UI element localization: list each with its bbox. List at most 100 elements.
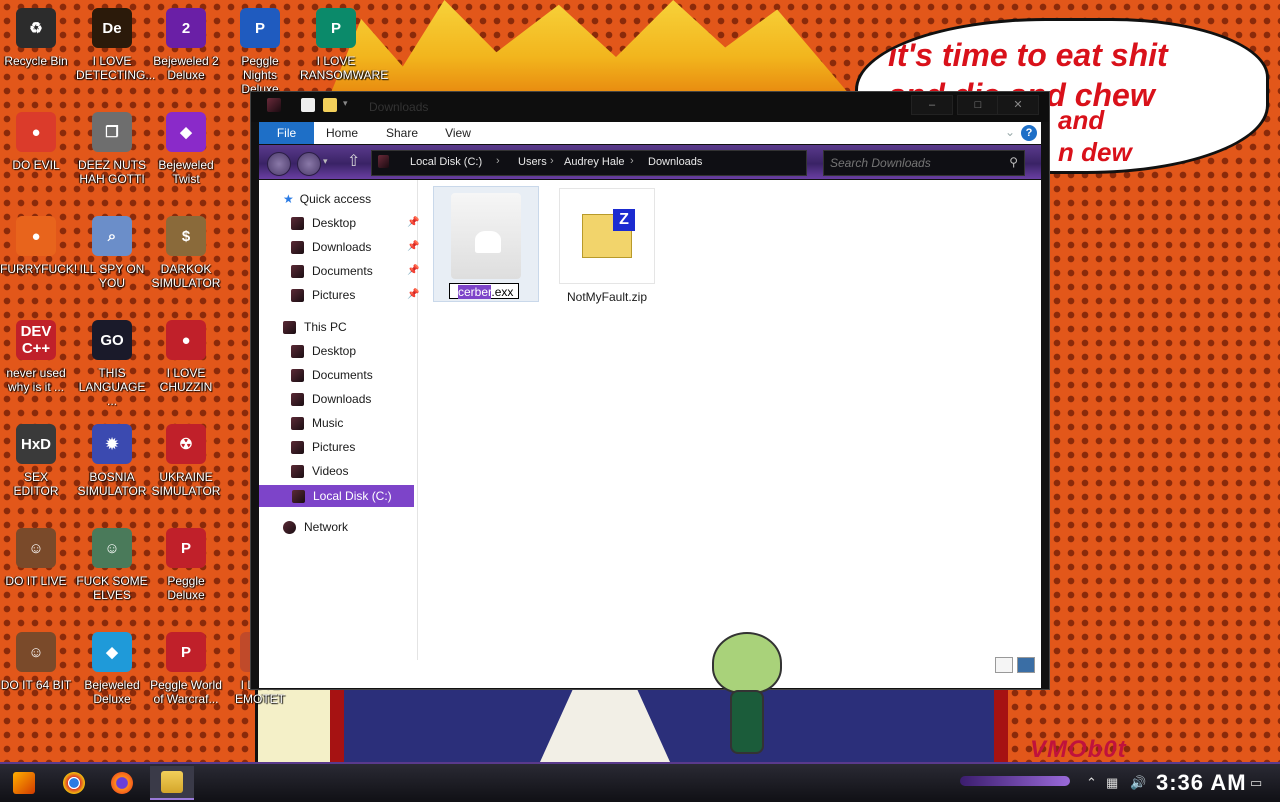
desktop-icon[interactable]: ☺ FUCK SOME ELVES bbox=[76, 528, 148, 602]
nav-pc-music[interactable]: Music bbox=[291, 412, 343, 434]
nav-local-disk[interactable]: Local Disk (C:) bbox=[259, 485, 414, 507]
tab-share[interactable]: Share bbox=[379, 122, 425, 144]
zip-file-thumbnail: Z bbox=[559, 188, 655, 284]
nav-this-pc[interactable]: This PC bbox=[283, 316, 347, 338]
chevron-up-icon[interactable]: ⌃ bbox=[1086, 775, 1097, 791]
desktop-icon[interactable]: ⌕ ILL SPY ON YOU bbox=[76, 216, 148, 290]
desktop-icon[interactable]: ● DO EVIL bbox=[0, 112, 72, 172]
network-icon[interactable]: ▦ bbox=[1106, 775, 1118, 791]
search-icon[interactable]: ⚲ bbox=[1009, 155, 1018, 169]
app-icon: ✹ bbox=[92, 424, 132, 464]
tab-home[interactable]: Home bbox=[321, 122, 363, 144]
file-name: NotMyFault.zip bbox=[566, 290, 648, 304]
desktop-icon[interactable]: P Peggle Nights Deluxe bbox=[224, 8, 296, 96]
nav-label: This PC bbox=[304, 320, 347, 334]
desktop-icon[interactable]: $ DARKOK SIMULATOR bbox=[150, 216, 222, 290]
nav-quick-access[interactable]: ★ Quick access bbox=[283, 188, 371, 210]
desktop-icon[interactable]: ● FURRYFUCK! bbox=[0, 216, 77, 276]
pin-icon[interactable]: 📌 bbox=[407, 236, 419, 258]
desktop-icon[interactable]: 2 Bejeweled 2 Deluxe bbox=[150, 8, 222, 82]
volume-icon[interactable]: 🔊 bbox=[1130, 775, 1146, 791]
network-icon bbox=[283, 521, 296, 535]
chevron-down-icon[interactable]: ⌄ bbox=[1005, 125, 1015, 139]
desktop-icon[interactable]: GO THIS LANGUAGE ... bbox=[76, 320, 148, 408]
desktop-icon[interactable]: ● I LOVE CHUZZIN bbox=[150, 320, 222, 394]
nav-quick-desktop[interactable]: Desktop 📌 bbox=[291, 212, 419, 234]
breadcrumb-audrey-hale[interactable]: Audrey Hale bbox=[564, 156, 625, 168]
status-bar bbox=[259, 682, 1041, 688]
file-item-zip[interactable]: Z NotMyFault.zip bbox=[559, 188, 655, 304]
search-input[interactable] bbox=[824, 151, 1002, 175]
desktop-icon[interactable]: ♻ Recycle Bin bbox=[0, 8, 72, 68]
nav-pc-downloads[interactable]: Downloads bbox=[291, 388, 371, 410]
explorer-app-icon[interactable] bbox=[267, 98, 281, 112]
tab-view[interactable]: View bbox=[437, 122, 479, 144]
new-folder-icon[interactable] bbox=[323, 98, 337, 112]
app-icon: De bbox=[92, 8, 132, 48]
desktop-icon-label: Peggle World of Warcraf... bbox=[150, 678, 222, 706]
maximize-button[interactable]: □ bbox=[957, 95, 999, 115]
desktop-icon-label: I LOVE DETECTING... bbox=[76, 54, 156, 82]
pin-icon[interactable]: 📌 bbox=[407, 284, 419, 306]
app-icon: ● bbox=[166, 320, 206, 360]
breadcrumb-users[interactable]: Users bbox=[518, 156, 547, 168]
desktop-icon[interactable]: HxD SEX EDITOR bbox=[0, 424, 72, 498]
nav-network[interactable]: Network bbox=[283, 516, 348, 538]
customize-quick-access-icon[interactable]: ▾ bbox=[343, 98, 357, 112]
tab-file[interactable]: File bbox=[259, 122, 314, 144]
desktop-icon-label: BOSNIA SIMULATOR bbox=[77, 470, 147, 498]
back-button[interactable] bbox=[267, 152, 291, 176]
drive-icon bbox=[378, 155, 389, 168]
properties-icon[interactable] bbox=[301, 98, 315, 112]
desktop-icon[interactable]: ☺ DO IT LIVE bbox=[0, 528, 72, 588]
desktop-icon[interactable]: ❐ DEEZ NUTS HAH GOTTI bbox=[76, 112, 148, 186]
search-field: ⚲ bbox=[823, 150, 1025, 176]
help-icon[interactable]: ? bbox=[1021, 125, 1037, 141]
nav-quick-pictures[interactable]: Pictures 📌 bbox=[291, 284, 419, 306]
folder-icon bbox=[291, 217, 304, 231]
folder-icon bbox=[291, 369, 304, 383]
desktop-icon[interactable]: De I LOVE DETECTING... bbox=[76, 8, 156, 82]
title-bar[interactable]: ▾ Downloads – □ ✕ bbox=[251, 92, 1049, 122]
breadcrumb-downloads[interactable]: Downloads bbox=[648, 156, 702, 168]
details-view-icon[interactable] bbox=[995, 657, 1013, 673]
pin-icon[interactable]: 📌 bbox=[407, 212, 419, 234]
nav-pc-desktop[interactable]: Desktop bbox=[291, 340, 356, 362]
nav-pc-pictures[interactable]: Pictures bbox=[291, 436, 355, 458]
rename-input[interactable]: cerber.exx bbox=[449, 283, 519, 299]
address-field[interactable]: Local Disk (C:) › Users › Audrey Hale › … bbox=[371, 150, 807, 176]
recent-locations-icon[interactable]: ▾ bbox=[323, 156, 328, 167]
close-button[interactable]: ✕ bbox=[997, 95, 1039, 115]
desktop-icon[interactable]: P Peggle Deluxe bbox=[150, 528, 222, 602]
minimize-button[interactable]: – bbox=[911, 95, 953, 115]
desktop-icon[interactable]: ◆ Bejeweled Deluxe bbox=[76, 632, 148, 706]
clock[interactable]: 3:36 AM bbox=[1156, 770, 1247, 796]
nav-pc-documents[interactable]: Documents bbox=[291, 364, 373, 386]
file-item-renaming[interactable]: cerber.exx bbox=[433, 186, 539, 302]
taskbar-chrome[interactable] bbox=[52, 766, 96, 800]
nav-label: Downloads bbox=[312, 240, 372, 254]
folder-icon bbox=[291, 241, 304, 255]
firefox-icon bbox=[111, 772, 133, 794]
taskbar-firefox[interactable] bbox=[100, 766, 144, 800]
app-icon: P bbox=[316, 8, 356, 48]
start-button[interactable] bbox=[2, 766, 46, 800]
large-icons-view-icon[interactable] bbox=[1017, 657, 1035, 673]
desktop-icon[interactable]: P Peggle World of Warcraf... bbox=[150, 632, 222, 706]
desktop-icon[interactable]: ◆ Bejeweled Twist bbox=[150, 112, 222, 186]
nav-pc-videos[interactable]: Videos bbox=[291, 460, 348, 482]
taskbar-file-explorer[interactable] bbox=[150, 766, 194, 800]
desktop-icon[interactable]: DEV C++ never used why is it ... bbox=[0, 320, 72, 394]
desktop-icon[interactable]: ☺ DO IT 64 BIT bbox=[0, 632, 72, 692]
pin-icon[interactable]: 📌 bbox=[407, 260, 419, 282]
forward-button[interactable] bbox=[297, 152, 321, 176]
nav-quick-downloads[interactable]: Downloads 📌 bbox=[291, 236, 419, 258]
notification-icon[interactable]: ▭ bbox=[1250, 775, 1262, 791]
desktop-icon[interactable]: ✹ BOSNIA SIMULATOR bbox=[76, 424, 148, 498]
desktop-icon[interactable]: ☢ UKRAINE SIMULATOR bbox=[150, 424, 222, 498]
nav-label: Music bbox=[312, 416, 344, 430]
nav-quick-documents[interactable]: Documents 📌 bbox=[291, 260, 419, 282]
breadcrumb-local-disk[interactable]: Local Disk (C:) bbox=[410, 156, 482, 168]
up-arrow-icon[interactable]: ⇧ bbox=[347, 151, 360, 171]
desktop-icon[interactable]: P I LOVE RANSOMWARE bbox=[300, 8, 388, 82]
